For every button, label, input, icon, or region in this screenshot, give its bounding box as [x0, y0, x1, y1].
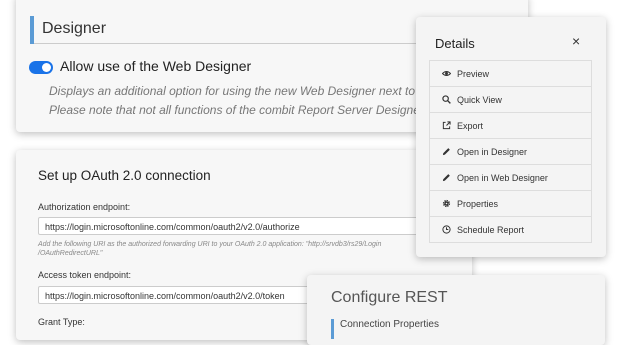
menu-item-schedule-report[interactable]: Schedule Report	[429, 216, 592, 243]
magnifier-icon	[430, 95, 455, 104]
redirect-uri-hint: Add the following URI as the authorized …	[38, 241, 382, 257]
designer-description-line-2: Please note that not all functions of th…	[49, 103, 424, 117]
menu-item-label: Preview	[457, 68, 490, 79]
configure-rest-card: Configure REST Connection Properties	[307, 275, 605, 345]
menu-item-label: Open in Designer	[457, 146, 528, 157]
close-icon[interactable]: ×	[572, 33, 580, 49]
menu-item-open-in-web-designer[interactable]: Open in Web Designer	[429, 164, 592, 190]
menu-item-export[interactable]: Export	[429, 112, 592, 138]
clock-icon	[430, 225, 455, 234]
details-menu: Preview Quick View Export Open in Design…	[429, 60, 592, 243]
authorization-endpoint-input[interactable]: https://login.microsoftonline.com/common…	[38, 217, 428, 235]
connection-properties-header: Connection Properties	[331, 319, 439, 339]
oauth-title: Set up OAuth 2.0 connection	[38, 168, 211, 183]
menu-item-label: Quick View	[457, 94, 502, 105]
export-icon	[430, 121, 455, 130]
grant-type-label: Grant Type:	[38, 317, 85, 327]
menu-item-label: Open in Web Designer	[457, 172, 548, 183]
eye-icon	[430, 69, 455, 78]
menu-item-label: Export	[457, 120, 484, 131]
access-token-endpoint-label: Access token endpoint:	[38, 270, 132, 280]
details-title: Details	[435, 36, 475, 51]
designer-title: Designer	[42, 20, 107, 37]
menu-item-quick-view[interactable]: Quick View	[429, 86, 592, 112]
web-designer-toggle[interactable]	[29, 61, 53, 74]
menu-item-preview[interactable]: Preview	[429, 60, 592, 86]
details-panel: Details × Preview Quick View Export Open…	[416, 17, 606, 257]
menu-item-open-in-designer[interactable]: Open in Designer	[429, 138, 592, 164]
designer-description-line-1: Displays an additional option for using …	[49, 84, 415, 98]
menu-item-label: Properties	[457, 198, 499, 209]
gear-icon	[430, 199, 455, 208]
menu-item-properties[interactable]: Properties	[429, 190, 592, 216]
configure-rest-title: Configure REST	[331, 289, 448, 306]
pencil-icon	[430, 173, 455, 182]
menu-item-label: Schedule Report	[457, 224, 525, 235]
authorization-endpoint-label: Authorization endpoint:	[38, 202, 131, 212]
pencil-icon	[430, 147, 455, 156]
web-designer-toggle-label: Allow use of the Web Designer	[60, 58, 252, 74]
